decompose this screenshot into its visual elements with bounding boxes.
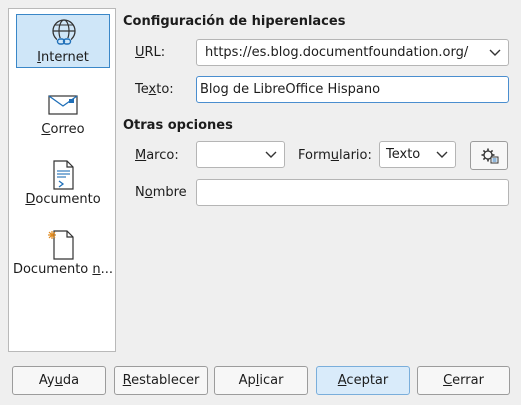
close-button[interactable]: Cerrar (417, 366, 510, 395)
events-button[interactable] (470, 141, 508, 170)
globe-link-icon (52, 19, 76, 46)
hyperlink-type-sidebar: Internet Correo Documento Documento n... (8, 8, 116, 352)
text-label: Texto: (135, 82, 174, 97)
sidebar-item-label: Internet (37, 50, 89, 65)
text-input[interactable]: Blog de LibreOffice Hispano (196, 76, 509, 103)
envelope-icon (48, 95, 78, 115)
sidebar-item-document[interactable]: Documento (16, 156, 110, 210)
chevron-down-icon[interactable] (435, 150, 449, 160)
sidebar-item-label: Correo (41, 122, 85, 137)
name-input[interactable] (196, 179, 509, 206)
hyperlink-settings-title: Configuración de hiperenlaces (123, 14, 346, 29)
sidebar-item-new-document[interactable]: Documento n... (13, 226, 113, 280)
apply-button[interactable]: Aplicar (214, 366, 308, 395)
url-value: https://es.blog.documentfoundation.org/ (205, 45, 469, 60)
gear-icon (481, 148, 499, 164)
url-combobox[interactable]: https://es.blog.documentfoundation.org/ (196, 39, 509, 66)
chevron-down-icon[interactable] (488, 48, 502, 58)
name-label: Nombre (135, 185, 187, 200)
sidebar-item-mail[interactable]: Correo (16, 86, 110, 140)
help-button[interactable]: Ayuda (12, 366, 106, 395)
other-options-title: Otras opciones (123, 118, 233, 133)
form-label: Formulario: (298, 148, 372, 163)
ok-button[interactable]: Aceptar (316, 366, 410, 395)
reset-button[interactable]: Restablecer (114, 366, 208, 395)
form-value: Texto (386, 147, 421, 162)
form-select[interactable]: Texto (379, 141, 456, 168)
frame-label: Marco: (135, 148, 179, 163)
chevron-down-icon[interactable] (264, 150, 278, 160)
sidebar-item-internet[interactable]: Internet (16, 14, 110, 68)
text-value: Blog de LibreOffice Hispano (200, 82, 381, 97)
document-icon (53, 160, 74, 190)
frame-combobox[interactable] (196, 141, 285, 168)
new-document-icon (48, 230, 74, 260)
url-label: URL: (135, 45, 166, 60)
sidebar-item-label: Documento n... (12, 262, 114, 277)
sidebar-item-label: Documento (25, 192, 101, 207)
